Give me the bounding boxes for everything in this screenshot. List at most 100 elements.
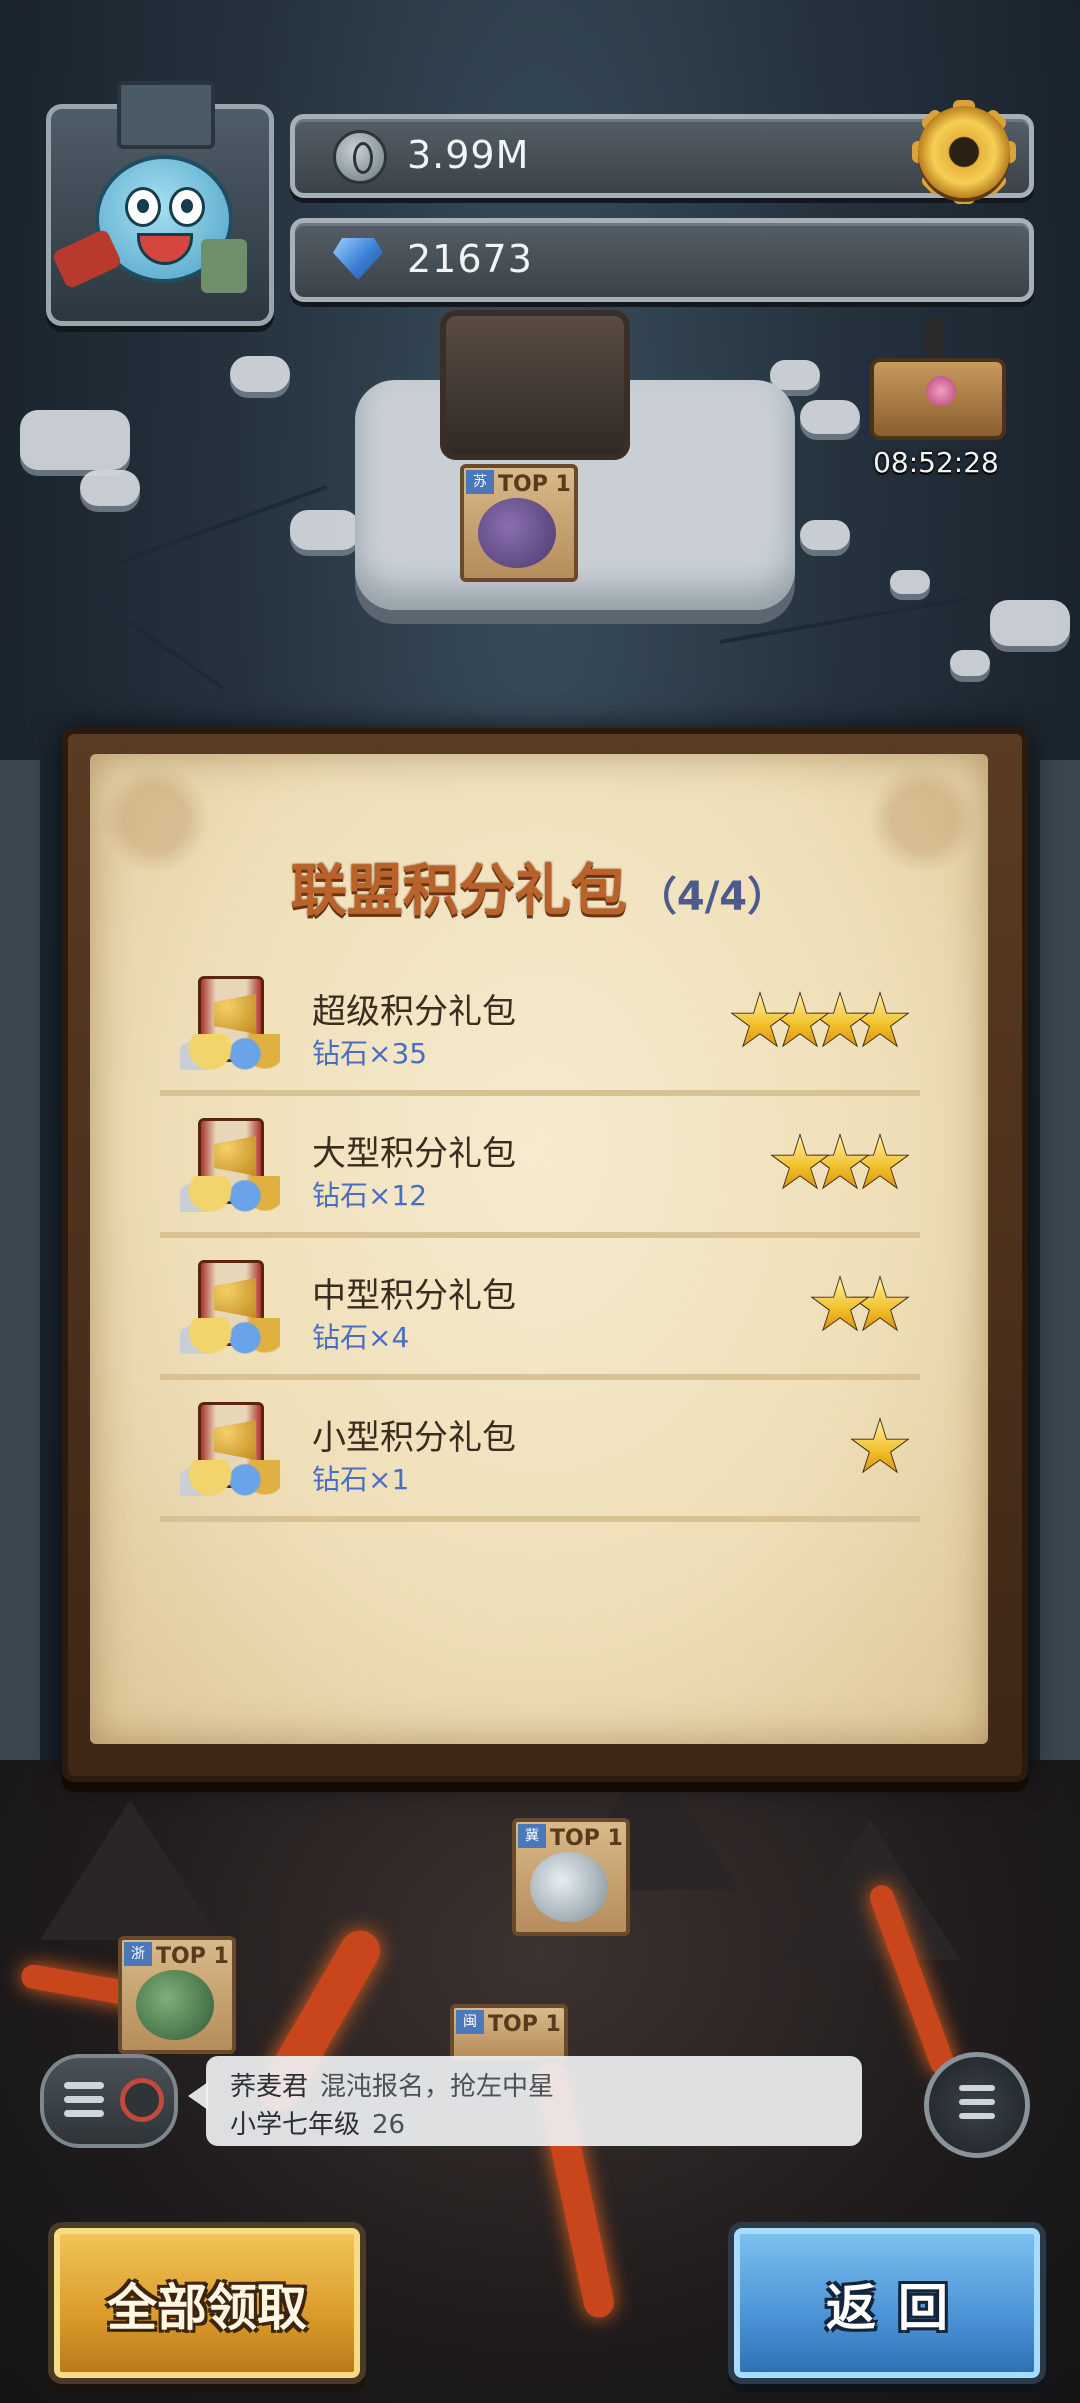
star-rating [730, 991, 910, 1050]
snow-patch [890, 570, 930, 594]
panel-parchment: 联盟积分礼包 （4/4） 超级积分礼包 钻石×35 大型积分礼包 钻石×12 中型积分礼包… [90, 754, 988, 1744]
list-icon-line [959, 2085, 995, 2091]
gift-pack-icon [180, 1402, 280, 1498]
gift-box-icon [201, 239, 247, 293]
pile-icon [180, 1034, 280, 1070]
star-fill [733, 994, 787, 1045]
chat-toggle-button[interactable] [40, 2054, 178, 2148]
pack-reward: 钻石×4 [312, 1321, 410, 1354]
gift-pack-icon [180, 976, 280, 1072]
map-badge-top1[interactable]: 闽 TOP 1 [450, 2004, 568, 2062]
list-icon-line [959, 2113, 995, 2119]
badge-label: TOP 1 [498, 472, 571, 497]
star-rating [850, 1417, 910, 1476]
chat-message: 小学七年级 26 [230, 2104, 405, 2141]
snow-patch [80, 470, 140, 506]
badge-label: TOP 1 [488, 2012, 561, 2037]
pack-row[interactable]: 大型积分礼包钻石×12 [160, 1096, 920, 1238]
snow-patch [230, 356, 290, 392]
snow-patch [770, 360, 820, 390]
gem-balance-bar: 21673 [290, 218, 1034, 302]
pack-row[interactable]: 中型积分礼包钻石×4 [160, 1238, 920, 1380]
player-avatar-icon [530, 1852, 608, 1922]
record-icon [120, 2078, 164, 2122]
pack-count: （4/4） [636, 874, 788, 920]
gem-icon [926, 376, 956, 406]
snow-patch [800, 520, 850, 550]
game-screen: 苏 TOP 1 冀 TOP 1 浙 TOP 1 闽 TOP 1 3.99M 21… [0, 0, 1080, 2403]
province-tag: 苏 [466, 470, 494, 494]
back-button[interactable]: 返回 [728, 2222, 1046, 2384]
chat-user: 荞麦君 [230, 2072, 309, 2102]
settings-button[interactable] [912, 100, 1016, 204]
chest-timer: 08:52:28 [873, 446, 999, 479]
badge-label: TOP 1 [550, 1826, 623, 1851]
pile-icon [180, 1318, 280, 1354]
chat-preview[interactable]: 荞麦君 混沌报名，抢左中星 小学七年级 26 [188, 2056, 862, 2146]
star-rating [770, 1133, 910, 1192]
pile-icon [180, 1176, 280, 1212]
star-icon [730, 991, 790, 1050]
ice-crack [98, 600, 225, 690]
blue-gem-icon [333, 238, 383, 280]
pack-name: 中型积分礼包 [312, 1276, 516, 1316]
pack-reward: 钻石×35 [312, 1037, 428, 1070]
map-edge-right [1040, 760, 1080, 1760]
pack-name: 大型积分礼包 [312, 1134, 516, 1174]
gift-pack-icon [180, 1260, 280, 1356]
province-tag: 闽 [456, 2010, 484, 2034]
pack-reward: 钻石×12 [312, 1179, 428, 1212]
star-fill [813, 1278, 867, 1329]
pack-name: 小型积分礼包 [312, 1418, 516, 1458]
pack-row[interactable]: 超级积分礼包钻石×35 [160, 954, 920, 1096]
star-icon [810, 1275, 870, 1334]
player-avatar[interactable] [46, 81, 274, 326]
mountain [40, 1800, 220, 1940]
pack-list: 超级积分礼包 钻石×35 大型积分礼包 钻石×12 中型积分礼包 钻石×4 小型积分礼包 钻石… [160, 954, 920, 1522]
silver-coin-icon [333, 130, 387, 184]
list-icon-line [959, 2099, 995, 2105]
map-badge-top1[interactable]: 苏 TOP 1 [460, 464, 578, 582]
gear-icon [918, 106, 1010, 198]
star-rating [810, 1275, 910, 1334]
panel-title-text: 联盟积分礼包 [290, 859, 627, 924]
gem-icon-slot [333, 234, 383, 284]
monitor-icon [117, 81, 215, 149]
alliance-points-pack-panel: 联盟积分礼包 （4/4） 超级积分礼包 钻石×35 大型积分礼包 钻石×12 中型积分礼包… [62, 728, 1028, 1782]
chat-user: 小学七年级 [230, 2110, 361, 2140]
chat-text: 26 [372, 2110, 406, 2140]
snow-patch [20, 410, 130, 470]
snow-patch [290, 510, 360, 550]
chat-text: 混沌报名，抢左中星 [320, 2072, 555, 2102]
province-tag: 浙 [124, 1942, 152, 1966]
timed-chest[interactable]: 08:52:28 [866, 318, 1006, 479]
eye-icon [169, 187, 205, 227]
snow-patch [800, 400, 860, 434]
menu-icon-line [64, 2110, 104, 2117]
snow-patch [950, 650, 990, 676]
star-icon [770, 1133, 830, 1192]
menu-icon-line [64, 2096, 104, 2103]
coin-amount: 3.99M [407, 133, 530, 177]
star-icon [850, 1417, 910, 1476]
gift-pack-icon [180, 1118, 280, 1214]
treasure-chest-icon [870, 358, 1006, 440]
coin-icon-slot [333, 130, 387, 184]
map-edge-left [0, 760, 40, 1760]
panel-title: 联盟积分礼包 （4/4） [90, 846, 988, 927]
list-menu-button[interactable] [924, 2052, 1030, 2158]
fortress-building[interactable] [440, 310, 630, 460]
claim-all-button[interactable]: 全部领取 [48, 2222, 366, 2384]
claim-all-label: 全部领取 [107, 2279, 307, 2337]
chat-message: 荞麦君 混沌报名，抢左中星 [230, 2066, 554, 2103]
pack-row[interactable]: 小型积分礼包钻石×1 [160, 1380, 920, 1522]
map-badge-top1[interactable]: 冀 TOP 1 [512, 1818, 630, 1936]
mountain [780, 1820, 960, 1960]
star-fill [773, 1136, 827, 1187]
mouth-icon [137, 233, 193, 265]
pack-name: 超级积分礼包 [312, 992, 516, 1032]
map-badge-top1[interactable]: 浙 TOP 1 [118, 1936, 236, 2054]
pack-reward: 钻石×1 [312, 1463, 410, 1496]
gem-amount: 21673 [407, 237, 533, 281]
badge-label: TOP 1 [156, 1944, 229, 1969]
